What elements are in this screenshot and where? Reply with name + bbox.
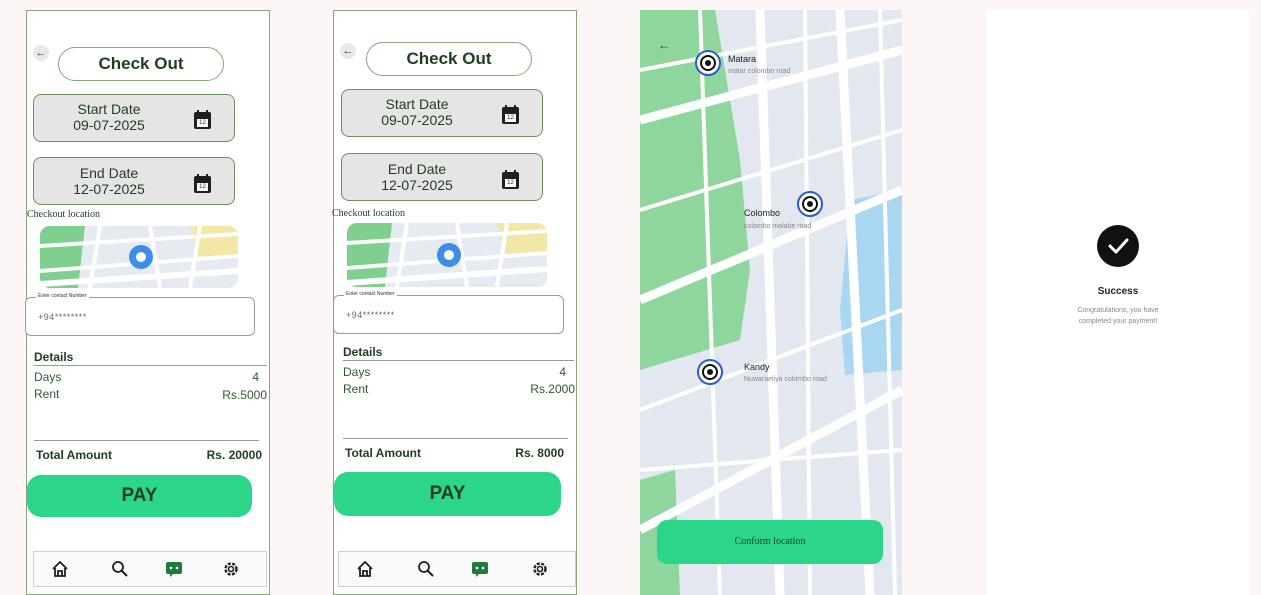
end-date-field[interactable]: End Date 12-07-2025 12	[33, 157, 235, 205]
details-title: Details	[34, 350, 74, 364]
success-message-line-2: completed your payment!	[1078, 318, 1158, 325]
calendar-icon[interactable]: 12	[502, 105, 519, 124]
search-icon[interactable]	[111, 560, 129, 578]
target-pin-icon	[697, 359, 723, 385]
start-date-value: 09-07-2025	[381, 112, 453, 128]
start-date-label: Start Date	[77, 101, 141, 117]
chat-icon[interactable]	[165, 560, 183, 578]
contact-field-label: Enter contact Number	[36, 293, 89, 299]
total-amount-value: Rs. 8000	[515, 446, 564, 460]
bottom-nav	[33, 551, 267, 587]
checkmark-icon	[1097, 225, 1139, 267]
checkout-screen-1: ← Check Out Start Date 09-07-2025 12 End…	[25, 10, 270, 595]
days-label: Days	[343, 365, 371, 379]
end-date-value: 12-07-2025	[73, 181, 145, 197]
chat-icon[interactable]	[471, 560, 489, 578]
rent-value: Rs.2000	[530, 382, 575, 396]
checkout-location-map[interactable]	[40, 226, 238, 288]
checkout-location-label: Checkout location	[332, 208, 406, 219]
calendar-icon[interactable]: 12	[502, 170, 519, 189]
home-icon[interactable]	[356, 560, 374, 578]
page-title: Check Out	[58, 47, 224, 81]
checkout-location-map[interactable]	[347, 223, 547, 287]
contact-number-field[interactable]: Enter contact Number +94********	[333, 291, 564, 334]
confirm-location-button[interactable]: Conform location	[657, 520, 883, 564]
location-name: Kandy	[744, 362, 770, 372]
target-pin-icon	[797, 191, 823, 217]
total-amount-label: Total Amount	[36, 448, 112, 462]
days-label: Days	[34, 370, 62, 384]
contact-field-value: +94********	[38, 312, 87, 322]
location-name: Matara	[728, 54, 757, 64]
total-amount-label: Total Amount	[345, 446, 421, 460]
total-amount-value: Rs. 20000	[206, 448, 262, 462]
map-screen: ← Matara matar colombo road Colombo colo…	[640, 10, 902, 595]
success-title: Success	[1097, 286, 1139, 297]
end-date-value: 12-07-2025	[381, 177, 453, 193]
divider	[343, 360, 574, 361]
settings-icon[interactable]	[222, 560, 240, 578]
checkout-location-label: Checkout location	[27, 209, 101, 220]
pay-button[interactable]: PAY	[27, 475, 252, 517]
back-arrow-icon[interactable]: ←	[340, 43, 356, 59]
start-date-field[interactable]: Start Date 09-07-2025 12	[33, 94, 235, 142]
end-date-label: End Date	[79, 165, 139, 181]
calendar-icon[interactable]: 12	[194, 174, 211, 193]
home-icon[interactable]	[51, 560, 69, 578]
contact-field-label: Enter contact Number	[344, 291, 397, 297]
page-title: Check Out	[366, 42, 532, 76]
contact-field-value: +94********	[346, 310, 395, 320]
end-date-field[interactable]: End Date 12-07-2025 12	[341, 153, 543, 201]
pay-button[interactable]: PAY	[334, 472, 561, 516]
days-value: 4	[559, 365, 566, 379]
contact-number-field[interactable]: Enter contact Number +94********	[25, 293, 255, 336]
location-address: colombo malabe road	[744, 223, 812, 230]
start-date-field[interactable]: Start Date 09-07-2025 12	[341, 89, 543, 137]
location-pin-icon	[129, 245, 153, 269]
divider	[343, 438, 568, 439]
map-background[interactable]	[640, 10, 902, 595]
bottom-nav	[338, 551, 576, 587]
rent-value: Rs.5000	[222, 388, 267, 402]
start-date-label: Start Date	[385, 96, 449, 112]
target-pin-icon	[695, 50, 721, 76]
back-arrow-icon[interactable]: ←	[658, 38, 670, 52]
checkout-screen-2: ← Check Out Start Date 09-07-2025 12 End…	[332, 10, 577, 595]
start-date-value: 09-07-2025	[73, 117, 145, 133]
end-date-label: End Date	[387, 161, 447, 177]
search-icon[interactable]	[417, 560, 435, 578]
location-name: Colombo	[744, 208, 781, 218]
divider	[34, 440, 259, 441]
location-pin-icon	[437, 243, 461, 267]
divider	[34, 365, 267, 366]
rent-label: Rent	[343, 382, 369, 396]
success-screen: Success Congratulations, you have comple…	[987, 10, 1249, 595]
location-address: matar colombo road	[728, 68, 791, 75]
rent-label: Rent	[34, 387, 60, 401]
details-title: Details	[343, 345, 383, 359]
location-address: Nuwaraeliya colombo road	[744, 376, 827, 383]
back-arrow-icon[interactable]: ←	[33, 45, 49, 61]
success-message-line-1: Congratulations, you have	[1077, 307, 1159, 314]
settings-icon[interactable]	[531, 560, 549, 578]
calendar-icon[interactable]: 12	[194, 110, 211, 129]
days-value: 4	[252, 370, 259, 384]
